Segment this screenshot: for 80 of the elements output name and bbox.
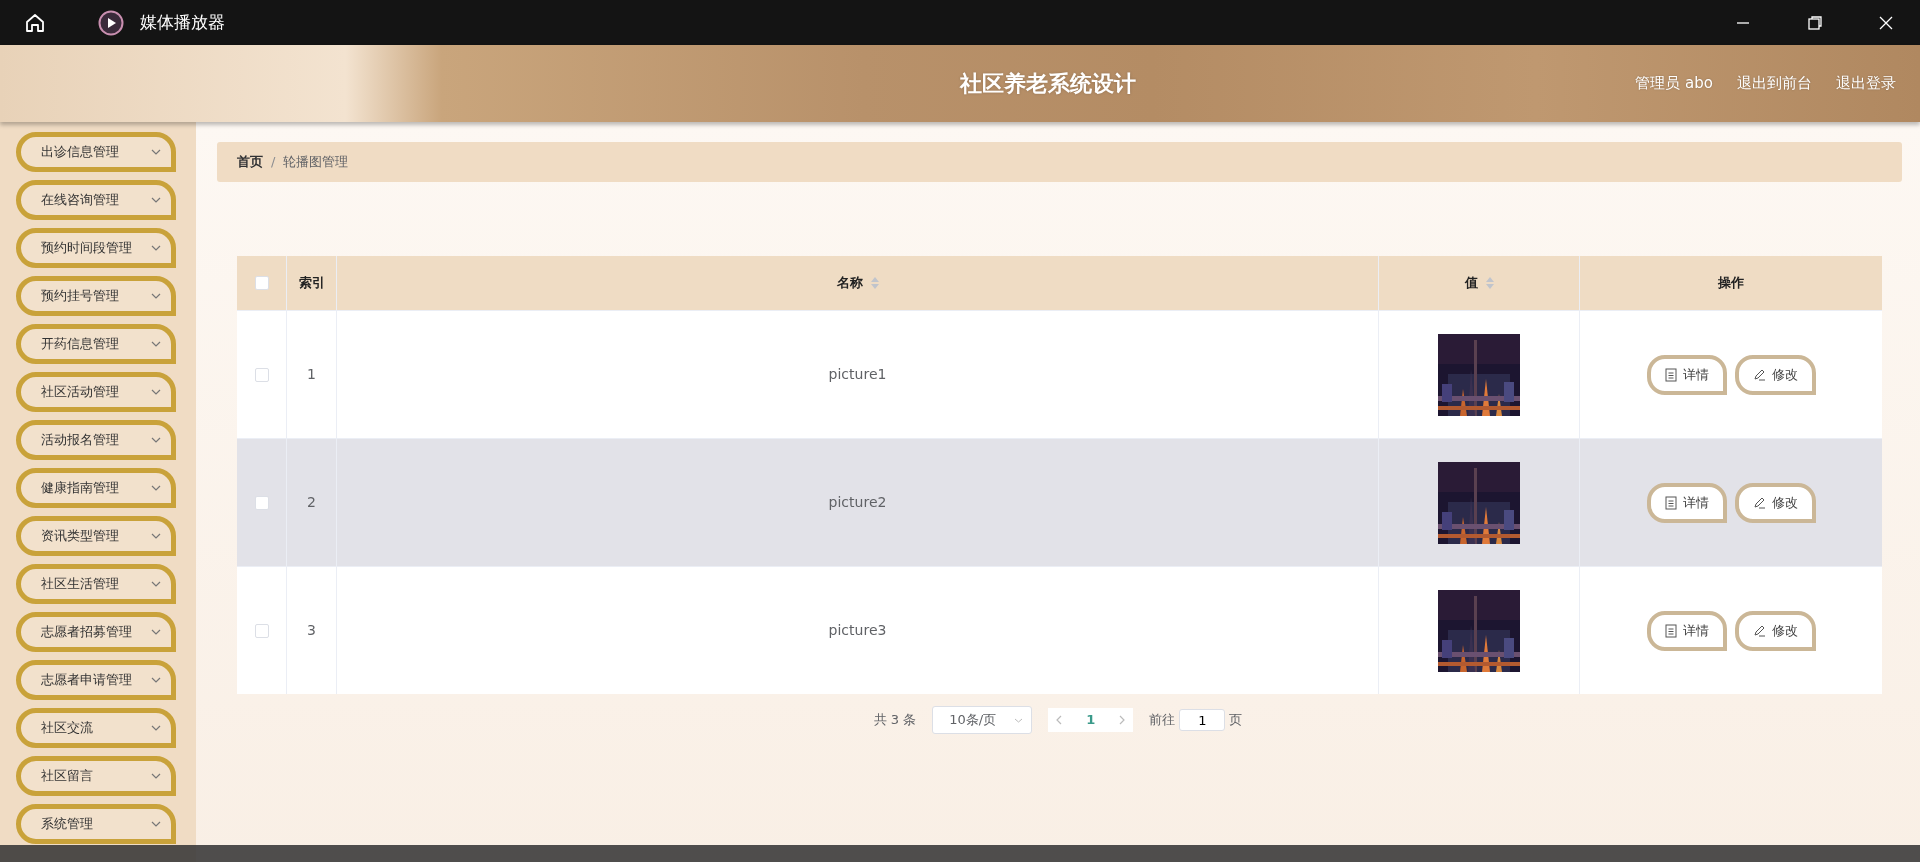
sidebar-item[interactable]: 在线咨询管理 xyxy=(16,180,176,220)
user-label: 管理员 abo xyxy=(1635,73,1713,95)
sort-icon[interactable] xyxy=(870,277,879,289)
chevron-down-icon xyxy=(151,293,161,299)
total-count: 共 3 条 xyxy=(873,711,917,730)
sidebar-item[interactable]: 社区交流 xyxy=(16,708,176,748)
document-icon xyxy=(1664,623,1677,638)
checkbox[interactable] xyxy=(254,623,269,638)
table-cell-text: 1 xyxy=(307,365,316,384)
home-icon[interactable] xyxy=(24,11,46,34)
chevron-down-icon xyxy=(151,149,161,155)
app-title: 社区养老系统设计 xyxy=(959,70,1136,98)
table-cell-text: picture3 xyxy=(828,621,887,640)
media-control-bar[interactable] xyxy=(0,845,1920,862)
chevron-down-icon xyxy=(1014,717,1024,723)
column-header[interactable]: 名称 xyxy=(836,273,863,293)
page-input[interactable]: 1 xyxy=(1179,709,1226,731)
chevron-left-icon[interactable] xyxy=(1056,715,1063,725)
breadcrumb-item: 轮播图管理 xyxy=(283,153,349,172)
restore-icon[interactable] xyxy=(1807,14,1823,31)
edit-button[interactable]: 修改 xyxy=(1734,610,1816,651)
breadcrumb-item[interactable]: 首页 xyxy=(237,152,263,172)
checkbox[interactable] xyxy=(254,276,269,290)
table-row[interactable]: 1 picture1 详情 修改 xyxy=(237,310,1882,438)
window-title: 媒体播放器 xyxy=(140,10,225,34)
sidebar-item[interactable]: 社区活动管理 xyxy=(16,372,176,412)
sidebar-item[interactable]: 健康指南管理 xyxy=(16,468,176,508)
detail-button[interactable]: 详情 xyxy=(1646,482,1727,523)
chevron-right-icon[interactable] xyxy=(1119,715,1126,725)
chevron-down-icon xyxy=(151,197,161,203)
checkbox[interactable] xyxy=(254,367,269,382)
sidebar-item[interactable]: 预约挂号管理 xyxy=(16,276,176,316)
sidebar-item[interactable]: 社区留言 xyxy=(16,756,176,796)
breadcrumb-separator: / xyxy=(271,153,276,172)
chevron-down-icon xyxy=(151,341,161,347)
chevron-down-icon xyxy=(151,773,161,779)
checkbox[interactable] xyxy=(254,495,269,510)
column-header[interactable]: 值 xyxy=(1464,273,1478,293)
document-icon xyxy=(1664,367,1677,382)
sidebar-item[interactable]: 开药信息管理 xyxy=(16,324,176,364)
chevron-down-icon xyxy=(151,629,161,635)
sidebar-item[interactable]: 志愿者招募管理 xyxy=(16,612,176,652)
chevron-down-icon xyxy=(151,245,161,251)
chevron-down-icon xyxy=(151,389,161,395)
sort-icon[interactable] xyxy=(1485,277,1494,289)
pencil-icon xyxy=(1752,624,1766,637)
sidebar-item[interactable]: 志愿者申请管理 xyxy=(16,660,176,700)
sidebar-item[interactable]: 资讯类型管理 xyxy=(16,516,176,556)
page-size-select[interactable]: 10条/页 xyxy=(932,706,1033,734)
table-cell-text: picture2 xyxy=(828,493,887,512)
chevron-down-icon xyxy=(151,533,161,539)
goto-label: 前往 xyxy=(1149,711,1176,730)
pencil-icon xyxy=(1752,368,1766,381)
chevron-down-icon xyxy=(151,485,161,491)
pencil-icon xyxy=(1752,496,1766,509)
table-row[interactable]: 2 picture2 详情 修改 xyxy=(237,438,1882,566)
play-icon[interactable] xyxy=(98,9,124,36)
chevron-down-icon xyxy=(151,677,161,683)
column-header: 操作 xyxy=(1718,274,1744,293)
table-cell-text: picture1 xyxy=(828,365,887,384)
sidebar-item[interactable]: 活动报名管理 xyxy=(16,420,176,460)
table-cell-text: 3 xyxy=(307,621,316,640)
table-cell-text: 2 xyxy=(307,493,316,512)
chevron-down-icon xyxy=(151,725,161,731)
edit-button[interactable]: 修改 xyxy=(1734,482,1816,523)
detail-button[interactable]: 详情 xyxy=(1646,354,1727,395)
sidebar-item[interactable]: 出诊信息管理 xyxy=(16,132,176,172)
close-icon[interactable] xyxy=(1878,14,1894,31)
document-icon xyxy=(1664,495,1677,510)
chevron-down-icon xyxy=(151,821,161,827)
page-suffix: 页 xyxy=(1229,711,1243,730)
sidebar-item[interactable]: 预约时间段管理 xyxy=(16,228,176,268)
edit-button[interactable]: 修改 xyxy=(1734,354,1816,395)
table-row[interactable]: 3 picture3 详情 修改 xyxy=(237,566,1882,694)
sidebar-item[interactable]: 系统管理 xyxy=(16,804,176,844)
detail-button[interactable]: 详情 xyxy=(1646,610,1727,651)
chevron-down-icon xyxy=(151,581,161,587)
sidebar-item[interactable]: 社区生活管理 xyxy=(16,564,176,604)
chevron-down-icon xyxy=(151,437,161,443)
column-header: 索引 xyxy=(298,274,325,293)
